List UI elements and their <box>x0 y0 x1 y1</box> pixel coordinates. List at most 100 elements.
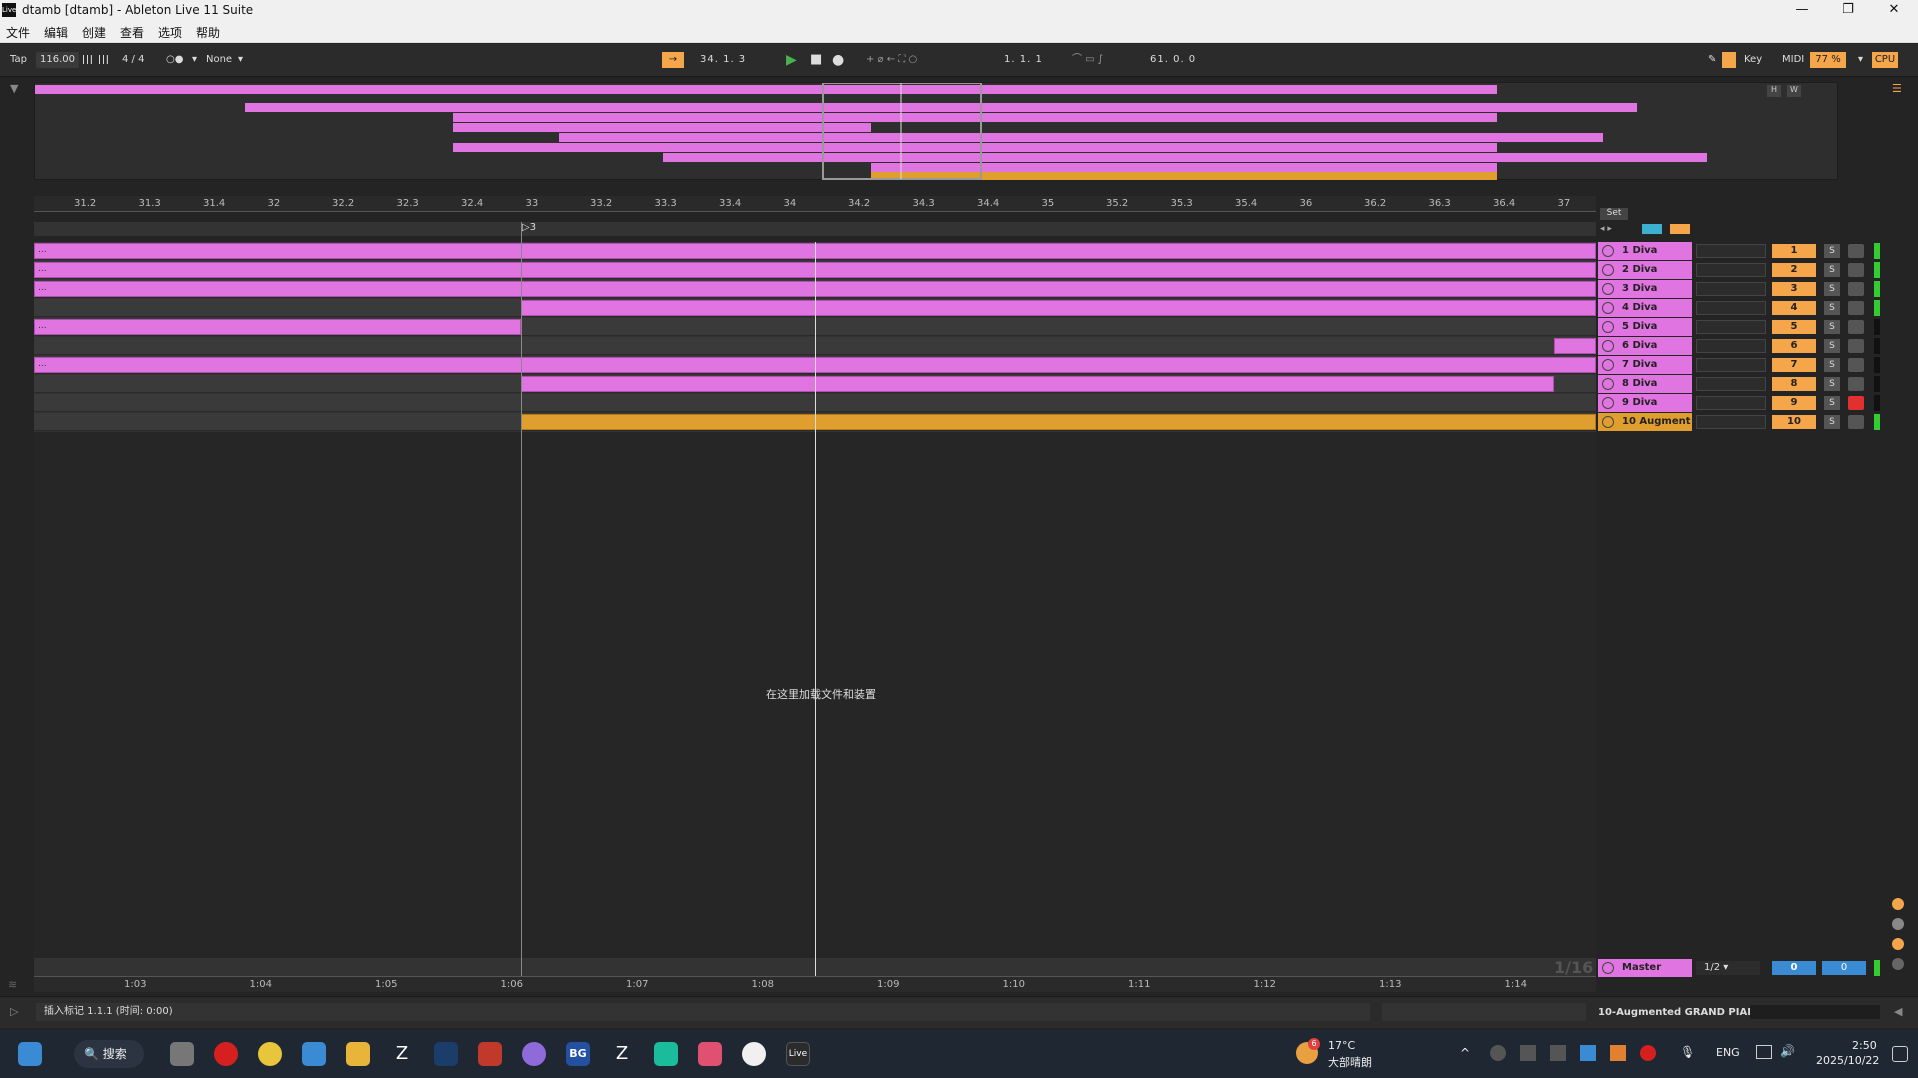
track-activator-icon[interactable] <box>1602 378 1614 390</box>
master-volume[interactable]: 0 <box>1772 961 1816 975</box>
track-activator-icon[interactable] <box>1602 397 1614 409</box>
menu-view[interactable]: 查看 <box>120 24 144 41</box>
arm-button[interactable] <box>1848 301 1864 315</box>
metronome-bars-icon[interactable]: ǀǀǀ ǀǀǀ <box>82 52 110 68</box>
menu-edit[interactable]: 编辑 <box>44 24 68 41</box>
grid-quantize[interactable]: 1/16 <box>1554 958 1593 977</box>
audio-clip[interactable] <box>521 414 1596 430</box>
track-volume-slider[interactable] <box>1696 377 1766 391</box>
notifications-icon[interactable] <box>1892 1046 1908 1062</box>
arm-button[interactable] <box>1848 358 1864 372</box>
track-header[interactable]: 3 Diva <box>1598 280 1692 298</box>
track-activator-button[interactable]: 2 <box>1772 263 1816 277</box>
solo-button[interactable]: S <box>1824 244 1840 258</box>
track-volume-slider[interactable] <box>1696 396 1766 410</box>
midi-clip[interactable]: ... <box>34 319 521 335</box>
selected-device-name[interactable]: 10-Augmented GRAND PIANO <box>1598 1007 1764 1018</box>
track-header[interactable]: 9 Diva <box>1598 394 1692 412</box>
io-icon[interactable] <box>1892 898 1904 910</box>
sends-icon[interactable] <box>1892 918 1904 930</box>
record-icon[interactable]: ● <box>832 52 844 68</box>
track-volume-slider[interactable] <box>1696 263 1766 277</box>
track-header[interactable]: 7 Diva <box>1598 356 1692 374</box>
network-icon[interactable] <box>1756 1045 1772 1059</box>
menu-create[interactable]: 创建 <box>82 24 106 41</box>
chevron-left-icon[interactable]: ◀ <box>1894 1005 1902 1018</box>
track-activator-icon[interactable] <box>1602 302 1614 314</box>
track-volume-slider[interactable] <box>1696 320 1766 334</box>
master-pan[interactable]: 0 <box>1822 961 1866 975</box>
track-activator-button[interactable]: 8 <box>1772 377 1816 391</box>
solo-button[interactable]: S <box>1824 358 1840 372</box>
track-activator-button[interactable]: 7 <box>1772 358 1816 372</box>
tap-button[interactable]: Tap <box>10 52 27 68</box>
arm-button[interactable] <box>1848 415 1864 429</box>
midi-clip[interactable] <box>1554 338 1596 354</box>
browser-menu-icon[interactable]: ☰ <box>1892 82 1906 96</box>
track-activator-icon[interactable] <box>1602 321 1614 333</box>
solo-button[interactable]: S <box>1824 320 1840 334</box>
chart-app-icon[interactable] <box>698 1042 722 1066</box>
track-activator-icon[interactable] <box>1602 340 1614 352</box>
arm-button[interactable] <box>1848 339 1864 353</box>
track-activator-icon[interactable] <box>1602 962 1614 974</box>
master-routing-dropdown[interactable]: 1/2 ▾ <box>1696 961 1760 975</box>
arm-button[interactable] <box>1848 263 1864 277</box>
track-header[interactable]: 6 Diva <box>1598 337 1692 355</box>
computer-keyboard-icon[interactable] <box>1722 52 1736 68</box>
solo-button[interactable]: S <box>1824 301 1840 315</box>
track-volume-slider[interactable] <box>1696 339 1766 353</box>
z-app-icon[interactable]: Z <box>390 1042 414 1066</box>
clock-time[interactable]: 2:50 <box>1852 1039 1877 1052</box>
master-track-header[interactable]: Master <box>1598 959 1692 977</box>
app-icon[interactable] <box>302 1042 326 1066</box>
collapse-icon[interactable]: ▷ <box>10 1005 18 1018</box>
minimize-button[interactable]: — <box>1780 0 1824 21</box>
solo-button[interactable]: S <box>1824 339 1840 353</box>
qq-icon[interactable] <box>742 1042 766 1066</box>
set-button[interactable]: Set <box>1600 208 1628 220</box>
ableton-live-icon[interactable]: Live <box>786 1042 810 1066</box>
menu-file[interactable]: 文件 <box>6 24 30 41</box>
chrome-icon[interactable] <box>258 1042 282 1066</box>
maximize-button[interactable]: ❐ <box>1826 0 1870 21</box>
arrangement-overview[interactable]: H W <box>34 82 1838 180</box>
key-map-button[interactable]: Key <box>1744 52 1762 68</box>
bg-app-icon[interactable]: BG <box>566 1042 590 1066</box>
track-activator-button[interactable]: 6 <box>1772 339 1816 353</box>
volume-icon[interactable]: 🔊 <box>1780 1044 1795 1058</box>
bluetooth-icon[interactable] <box>1580 1045 1596 1061</box>
lock-icon[interactable] <box>1670 224 1690 234</box>
track-activator-icon[interactable] <box>1602 283 1614 295</box>
track-header[interactable]: 2 Diva <box>1598 261 1692 279</box>
usb-icon[interactable] <box>1550 1045 1566 1061</box>
beat-ruler[interactable]: 31.2 31.3 31.4 32 32.2 32.3 32.4 33 33.2 33.3 33.4… <box>34 196 1596 212</box>
midi-clip[interactable] <box>521 300 1596 316</box>
overdub-icon[interactable]: + ⌀ ← ⛶ ○ <box>866 52 917 68</box>
menu-help[interactable]: 帮助 <box>196 24 220 41</box>
draw-mode-icon[interactable]: ✎ <box>1708 52 1716 68</box>
voicemeeter-icon[interactable] <box>478 1042 502 1066</box>
chevron-down-icon[interactable]: ▾ <box>1858 52 1863 68</box>
track-activator-button[interactable]: 10 <box>1772 415 1816 429</box>
zoom-icon[interactable]: ≋ <box>8 978 17 991</box>
metronome-icon[interactable]: ○● <box>166 52 183 68</box>
midi-clip[interactable] <box>521 376 1554 392</box>
stop-icon[interactable]: ■ <box>810 52 822 68</box>
microphone-icon[interactable]: 🎙 <box>1680 1045 1695 1059</box>
loop-bar[interactable]: ▷3 <box>34 222 1596 236</box>
steam-icon[interactable] <box>434 1042 458 1066</box>
solo-button[interactable]: S <box>1824 415 1840 429</box>
z-app-icon[interactable]: Z <box>610 1042 634 1066</box>
track-header[interactable]: 8 Diva <box>1598 375 1692 393</box>
tray-icon[interactable] <box>1520 1045 1536 1061</box>
taskbar-search[interactable]: 🔍 搜索 <box>74 1040 144 1068</box>
track-header[interactable]: 1 Diva <box>1598 242 1692 260</box>
cat-app-icon[interactable] <box>522 1042 546 1066</box>
track-activator-icon[interactable] <box>1602 245 1614 257</box>
chevron-up-icon[interactable]: ^ <box>1460 1046 1470 1060</box>
loop-switch-icon[interactable]: ⌒ ▭ ∫ <box>1072 52 1103 68</box>
crossfader-icon[interactable] <box>1892 958 1904 970</box>
track-volume-slider[interactable] <box>1696 244 1766 258</box>
track-activator-icon[interactable] <box>1602 416 1614 428</box>
